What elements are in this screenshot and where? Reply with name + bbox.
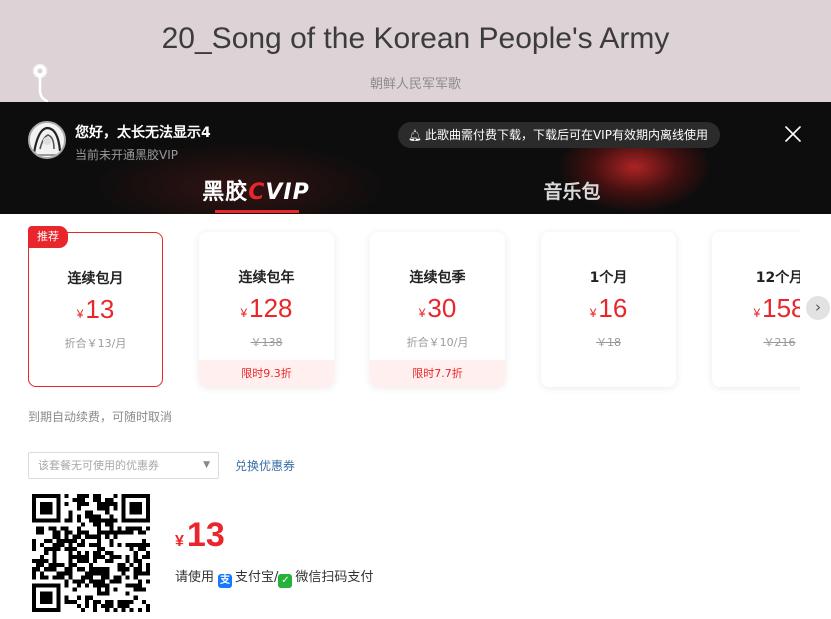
song-title: 20_Song of the Korean People's Army [161, 22, 670, 55]
vip-status-text: 当前未开通黑胶VIP [75, 148, 178, 162]
vinyl-c-icon: C [248, 180, 266, 205]
tab-vinyl-vip[interactable]: 黑胶CVIP [200, 174, 312, 210]
wechat-pay-label: 微信扫码支付 [295, 570, 374, 585]
plan-price: ¥30 [370, 294, 505, 327]
plan-name: 12个月 [755, 270, 800, 286]
currency-symbol: ¥ [240, 306, 248, 320]
tab-vinyl-vip-word: CVIP [248, 180, 310, 205]
plan-price: ¥13 [29, 295, 162, 328]
plan-note: 折合￥10/月 [406, 336, 469, 349]
currency-symbol: ¥ [76, 307, 84, 321]
tab-music-package[interactable]: 音乐包 [542, 177, 602, 207]
download-notice: 🔔︎ 此歌曲需付费下载，下载后可在VIP有效期内离线使用 [398, 122, 720, 148]
currency-symbol: ¥ [753, 306, 761, 320]
payment-instructions: 请使用支支付宝/✓ 微信扫码支付 [175, 566, 373, 588]
plan-original-price: ￥138 [250, 336, 283, 349]
avatar[interactable] [28, 121, 66, 159]
plan-price-value: 30 [427, 293, 457, 323]
plan-name: 连续包季 [409, 270, 466, 286]
currency-symbol: ¥ [418, 306, 426, 320]
plan-price-value: 158 [762, 293, 800, 323]
currency-symbol: ¥ [175, 533, 184, 550]
plan-price: ¥158 [712, 294, 800, 327]
user-greeting: 您好，太长无法显示4 [75, 125, 211, 141]
notice-text: 此歌曲需付费下载，下载后可在VIP有效期内离线使用 [424, 128, 708, 142]
plan-list: 连续包月 ¥13 折合￥13/月 连续包年 ¥128 ￥138 限时9.3折 连… [28, 222, 800, 402]
plan-note: 折合￥13/月 [64, 337, 127, 350]
plan-price-value: 128 [249, 293, 293, 323]
plan-card-twelve-months[interactable]: 12个月 ¥158 ￥216 [712, 232, 800, 387]
payment-prefix: 请使用 [175, 570, 215, 585]
chevron-right-icon[interactable]: › [806, 296, 830, 320]
close-icon[interactable] [783, 124, 803, 144]
recommend-badge: 推荐 [28, 226, 68, 248]
plan-discount: 限时7.7折 [370, 360, 505, 387]
plan-discount: 限时9.3折 [199, 360, 334, 387]
plan-name: 连续包年 [238, 270, 295, 286]
payment-amount-value: 13 [186, 516, 225, 554]
plan-original-price: ￥18 [596, 336, 621, 349]
auto-renew-note: 到期自动续费，可随时取消 [28, 410, 173, 424]
alipay-icon: 支 [218, 574, 233, 588]
payment-amount: ¥13 [175, 515, 225, 562]
record-needle-icon [32, 63, 49, 102]
bell-icon: 🔔︎ [408, 129, 422, 142]
wechat-pay-icon: ✓ [278, 574, 293, 588]
coupon-select[interactable]: 该套餐无可使用的优惠券 ▼ [28, 452, 219, 479]
active-tab-indicator [215, 210, 299, 213]
plan-original-price: ￥216 [763, 336, 796, 349]
payment-qr-code [32, 494, 150, 612]
plan-card-one-month[interactable]: 1个月 ¥16 ￥18 [541, 232, 676, 387]
plan-name: 1个月 [589, 270, 628, 286]
plan-name: 连续包月 [67, 271, 124, 287]
plan-card-monthly-auto[interactable]: 连续包月 ¥13 折合￥13/月 [28, 232, 163, 387]
redeem-coupon-link[interactable]: 兑换优惠券 [235, 457, 295, 474]
alipay-label: 支付宝/ [235, 570, 279, 585]
song-subtitle: 朝鲜人民军军歌 [369, 77, 461, 92]
coupon-select-value: 该套餐无可使用的优惠券 [38, 459, 159, 472]
chevron-down-icon: ▼ [203, 460, 210, 470]
tab-vinyl-vip-label: 黑胶 [202, 180, 249, 205]
avatar-image [30, 123, 64, 157]
plan-price-value: 16 [598, 293, 628, 323]
tab-vinyl-vip-word-text: VIP [265, 180, 310, 205]
plan-card-quarterly-auto[interactable]: 连续包季 ¥30 折合￥10/月 限时7.7折 [370, 232, 505, 387]
currency-symbol: ¥ [589, 306, 597, 320]
plan-price-value: 13 [85, 294, 115, 324]
plan-price: ¥16 [541, 294, 676, 327]
plan-card-yearly-auto[interactable]: 连续包年 ¥128 ￥138 限时9.3折 [199, 232, 334, 387]
plan-price: ¥128 [199, 294, 334, 327]
